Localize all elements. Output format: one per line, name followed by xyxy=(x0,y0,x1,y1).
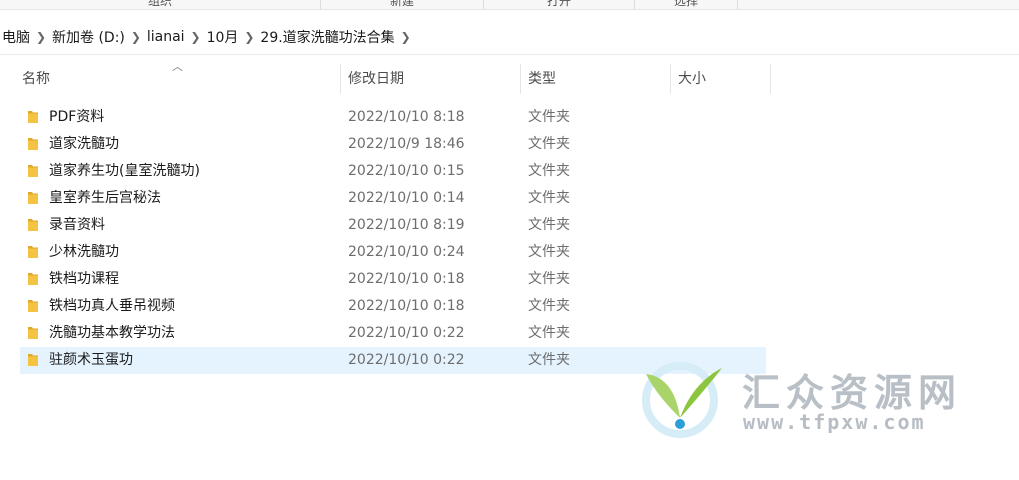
breadcrumb-item-pc[interactable]: 电脑 xyxy=(0,27,32,47)
chevron-right-icon[interactable]: ❯ xyxy=(32,30,50,44)
file-name: 少林洗髓功 xyxy=(49,244,119,260)
ribbon-group-label: 选择 xyxy=(673,0,698,8)
chevron-right-icon[interactable]: ❯ xyxy=(397,30,415,44)
ribbon-group-label: 新建 xyxy=(389,0,414,8)
file-type: 文件夹 xyxy=(528,136,570,152)
file-date: 2022/10/10 8:18 xyxy=(348,109,465,125)
chevron-right-icon[interactable]: ❯ xyxy=(127,30,145,44)
column-header-name[interactable]: 名称 xyxy=(22,62,50,96)
file-type: 文件夹 xyxy=(528,190,570,206)
breadcrumb-item-drive[interactable]: 新加卷 (D:) xyxy=(50,27,127,47)
file-date: 2022/10/10 0:18 xyxy=(348,298,465,314)
file-name: 皇室养生后宫秘法 xyxy=(49,190,161,206)
file-type: 文件夹 xyxy=(528,217,570,233)
file-row[interactable]: 录音资料 2022/10/10 8:19 文件夹 xyxy=(20,212,766,239)
ribbon-group-select[interactable]: 选择 xyxy=(635,0,738,9)
breadcrumb-item-current[interactable]: 29.道家洗髓功法合集 xyxy=(258,27,396,47)
chevron-right-icon[interactable]: ❯ xyxy=(240,30,258,44)
ribbon-group-new[interactable]: 新建 xyxy=(321,0,484,9)
file-type: 文件夹 xyxy=(528,163,570,179)
file-name: 铁档功真人垂吊视频 xyxy=(49,298,175,314)
column-header-size[interactable]: 大小 xyxy=(678,62,706,96)
ribbon-group-organize[interactable]: 组织 xyxy=(0,0,321,9)
folder-icon xyxy=(28,246,38,258)
folder-icon xyxy=(28,111,38,123)
file-row[interactable]: 皇室养生后宫秘法 2022/10/10 0:14 文件夹 xyxy=(20,185,766,212)
file-date: 2022/10/10 0:24 xyxy=(348,244,465,260)
column-header-date[interactable]: 修改日期 xyxy=(348,62,404,96)
column-divider[interactable] xyxy=(340,64,341,94)
file-type: 文件夹 xyxy=(528,298,570,314)
folder-icon xyxy=(28,138,38,150)
file-row[interactable]: 洗髓功基本教学功法 2022/10/10 0:22 文件夹 xyxy=(20,320,766,347)
ribbon-group-label: 组织 xyxy=(147,0,172,8)
column-divider[interactable] xyxy=(520,64,521,94)
ribbon-group-label: 打开 xyxy=(546,0,571,8)
file-date: 2022/10/10 0:14 xyxy=(348,190,465,206)
folder-icon xyxy=(28,273,38,285)
folder-icon xyxy=(28,192,38,204)
file-row[interactable]: 少林洗髓功 2022/10/10 0:24 文件夹 xyxy=(20,239,766,266)
sort-ascending-icon: ︿ xyxy=(172,60,183,73)
file-name: 录音资料 xyxy=(49,217,105,233)
column-headers: ︿ 名称 修改日期 类型 大小 xyxy=(0,60,1019,96)
file-row[interactable]: 道家养生功(皇室洗髓功) 2022/10/10 0:15 文件夹 xyxy=(20,158,766,185)
breadcrumb-item-october[interactable]: 10月 xyxy=(205,27,241,47)
file-type: 文件夹 xyxy=(528,109,570,125)
breadcrumb-item-lianai[interactable]: lianai xyxy=(145,29,187,45)
file-type: 文件夹 xyxy=(528,352,570,368)
file-row[interactable]: PDF资料 2022/10/10 8:18 文件夹 xyxy=(20,104,766,131)
file-type: 文件夹 xyxy=(528,244,570,260)
file-row[interactable]: 道家洗髓功 2022/10/9 18:46 文件夹 xyxy=(20,131,766,158)
file-type: 文件夹 xyxy=(528,325,570,341)
file-name: 驻颜术玉蛋功 xyxy=(49,352,133,368)
file-date: 2022/10/9 18:46 xyxy=(348,136,465,152)
folder-icon xyxy=(28,219,38,231)
file-name: 铁档功课程 xyxy=(49,271,119,287)
column-header-type[interactable]: 类型 xyxy=(528,62,556,96)
breadcrumb: 电脑 ❯ 新加卷 (D:) ❯ lianai ❯ 10月 ❯ 29.道家洗髓功法… xyxy=(0,27,415,47)
file-date: 2022/10/10 0:22 xyxy=(348,325,465,341)
file-row[interactable]: 铁档功真人垂吊视频 2022/10/10 0:18 文件夹 xyxy=(20,293,766,320)
file-date: 2022/10/10 0:18 xyxy=(348,271,465,287)
file-type: 文件夹 xyxy=(528,271,570,287)
folder-icon xyxy=(28,300,38,312)
watermark-title: 汇众资源网 xyxy=(742,371,963,415)
file-name: PDF资料 xyxy=(49,109,105,125)
folder-icon xyxy=(28,165,38,177)
folder-icon xyxy=(28,327,38,339)
file-name: 道家养生功(皇室洗髓功) xyxy=(49,163,200,179)
chevron-right-icon[interactable]: ❯ xyxy=(187,30,205,44)
file-name: 洗髓功基本教学功法 xyxy=(49,325,175,341)
ribbon-group-open[interactable]: 打开 xyxy=(484,0,635,9)
column-divider[interactable] xyxy=(670,64,671,94)
file-row[interactable]: 铁档功课程 2022/10/10 0:18 文件夹 xyxy=(20,266,766,293)
file-name: 道家洗髓功 xyxy=(49,136,119,152)
watermark: 汇众资源网 www.tfpxw.com xyxy=(636,360,976,440)
file-date: 2022/10/10 0:22 xyxy=(348,352,465,368)
column-divider[interactable] xyxy=(770,64,771,94)
file-date: 2022/10/10 8:19 xyxy=(348,217,465,233)
folder-icon xyxy=(28,354,38,366)
address-bar[interactable]: 电脑 ❯ 新加卷 (D:) ❯ lianai ❯ 10月 ❯ 29.道家洗髓功法… xyxy=(0,18,1019,55)
watermark-logo-icon xyxy=(642,362,722,438)
ribbon: 组织 新建 打开 选择 xyxy=(0,0,1019,10)
watermark-url: www.tfpxw.com xyxy=(743,410,926,434)
file-date: 2022/10/10 0:15 xyxy=(348,163,465,179)
